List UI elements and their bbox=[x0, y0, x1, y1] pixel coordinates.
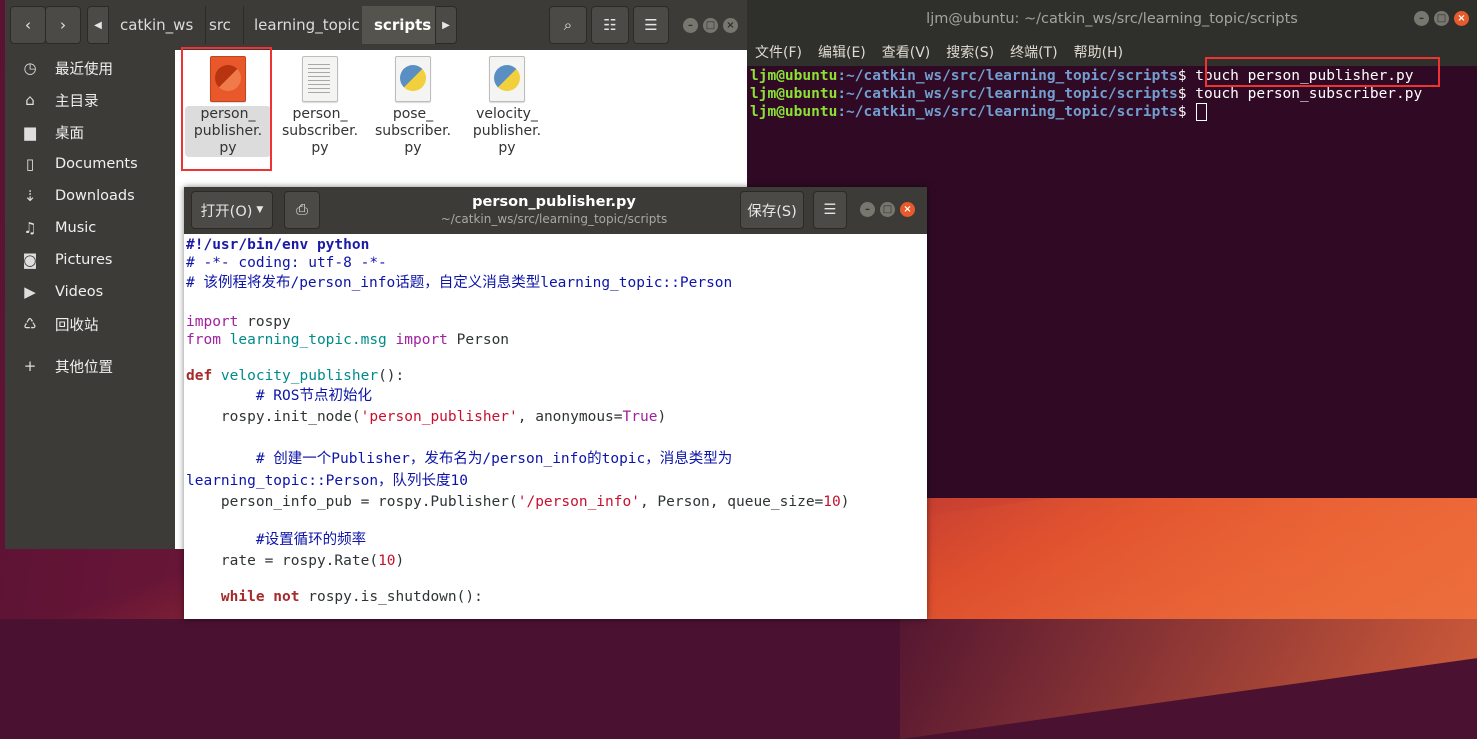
menu-edit[interactable]: 编辑(E) bbox=[818, 42, 866, 62]
terminal-line: ljm@ubuntu:~/catkin_ws/src/learning_topi… bbox=[750, 86, 1423, 102]
code-editor[interactable]: #!/usr/bin/env python # -*- coding: utf-… bbox=[184, 234, 927, 606]
file-name: velocity_ publisher. py bbox=[472, 106, 542, 156]
close-icon[interactable]: × bbox=[900, 202, 915, 217]
code-line: # 创建一个Publisher，发布名为/person_info的topic，消… bbox=[186, 451, 733, 467]
maximize-icon[interactable]: □ bbox=[1434, 11, 1449, 26]
code-line: # -*- coding: utf-8 -*- bbox=[186, 255, 387, 271]
highlight-box-file bbox=[181, 47, 272, 171]
python-file-icon bbox=[395, 56, 431, 102]
home-icon: ⌂ bbox=[25, 91, 35, 109]
back-button[interactable]: ‹ bbox=[10, 6, 46, 44]
plus-icon: + bbox=[23, 357, 37, 375]
chevron-left-icon: ‹ bbox=[25, 16, 31, 34]
new-document-icon: ⎙ bbox=[296, 202, 308, 218]
music-icon: ♫ bbox=[23, 219, 37, 237]
sidebar-item-desktop[interactable]: ▆ 桌面 bbox=[5, 116, 175, 148]
menu-file[interactable]: 文件(F) bbox=[755, 42, 802, 62]
code-line: #设置循环的频率 bbox=[186, 532, 367, 548]
terminal-titlebar[interactable]: ljm@ubuntu: ~/catkin_ws/src/learning_top… bbox=[747, 0, 1477, 38]
code-line: # 该例程将发布/person_info话题，自定义消息类型learning_t… bbox=[186, 275, 733, 291]
hamburger-icon: ☰ bbox=[644, 16, 658, 34]
path-scroll-left-button[interactable]: ◀ bbox=[87, 6, 109, 44]
view-toggle-button[interactable]: ☷ bbox=[591, 6, 629, 44]
clock-icon: ◷ bbox=[23, 59, 37, 77]
menu-view[interactable]: 查看(V) bbox=[882, 42, 931, 62]
close-icon[interactable]: × bbox=[723, 18, 738, 33]
highlight-box-command bbox=[1205, 57, 1440, 87]
sidebar-item-music[interactable]: ♫ Music bbox=[5, 212, 175, 244]
triangle-left-icon: ◀ bbox=[94, 19, 102, 31]
dropdown-arrow-icon: ▼ bbox=[256, 205, 264, 215]
document-path: ~/catkin_ws/src/learning_topic/scripts bbox=[440, 212, 668, 226]
code-line: learning_topic::Person，队列长度10 bbox=[186, 473, 469, 489]
triangle-right-icon: ▶ bbox=[442, 19, 450, 31]
minimize-icon[interactable]: – bbox=[860, 202, 875, 217]
breadcrumb-src[interactable]: src bbox=[197, 6, 244, 44]
code-line: rate = rospy.Rate(10) bbox=[186, 553, 405, 569]
sidebar-item-videos[interactable]: ▶ Videos bbox=[5, 276, 175, 308]
file-manager-headerbar[interactable]: ‹ › ◀ catkin_ws src learning_topic scrip… bbox=[5, 0, 747, 50]
download-icon: ⇣ bbox=[23, 187, 37, 205]
minimize-icon[interactable]: – bbox=[1414, 11, 1429, 26]
chevron-right-icon: › bbox=[60, 16, 66, 34]
sidebar-item-downloads[interactable]: ⇣ Downloads bbox=[5, 180, 175, 212]
text-editor-window[interactable]: 打开(O) ▼ ⎙ person_publisher.py ~/catkin_ws… bbox=[184, 187, 927, 619]
camera-icon: ◙ bbox=[22, 251, 38, 269]
file-name: pose_ subscriber. py bbox=[374, 106, 452, 156]
path-scroll-right-button[interactable]: ▶ bbox=[435, 6, 457, 44]
sidebar-item-documents[interactable]: ▯ Documents bbox=[5, 148, 175, 180]
search-icon: ⌕ bbox=[563, 16, 573, 34]
code-line: person_info_pub = rospy.Publisher('/pers… bbox=[186, 494, 850, 510]
document-icon: ▯ bbox=[25, 155, 35, 173]
code-line: # ROS节点初始化 bbox=[186, 388, 372, 404]
list-view-icon: ☷ bbox=[603, 16, 617, 34]
code-line: from learning_topic.msg import Person bbox=[186, 332, 510, 348]
search-button[interactable]: ⌕ bbox=[549, 6, 587, 44]
editor-title: person_publisher.py ~/catkin_ws/src/lear… bbox=[404, 194, 704, 226]
open-button[interactable]: 打开(O) ▼ bbox=[191, 191, 273, 229]
video-icon: ▶ bbox=[24, 283, 36, 301]
places-sidebar: ◷ 最近使用 ⌂ 主目录 ▆ 桌面 ▯ Documents ⇣ Downloads ♫ Mu… bbox=[5, 50, 175, 549]
save-button[interactable]: 保存(S) bbox=[740, 191, 804, 229]
editor-headerbar[interactable]: 打开(O) ▼ ⎙ person_publisher.py ~/catkin_ws… bbox=[184, 187, 927, 234]
maximize-icon[interactable]: □ bbox=[703, 18, 718, 33]
sidebar-item-other-locations[interactable]: + 其他位置 bbox=[5, 350, 175, 382]
terminal-cursor bbox=[1196, 103, 1208, 121]
file-item-pose-subscriber[interactable]: pose_ subscriber. py bbox=[370, 56, 456, 157]
sidebar-item-recent[interactable]: ◷ 最近使用 bbox=[5, 52, 175, 84]
file-name: person_ subscriber. py bbox=[281, 106, 359, 156]
code-line: while not rospy.is_shutdown(): bbox=[186, 589, 483, 605]
document-title: person_publisher.py bbox=[472, 194, 636, 210]
code-line: def velocity_publisher(): bbox=[186, 368, 405, 384]
menu-terminal[interactable]: 终端(T) bbox=[1010, 42, 1057, 62]
code-line: import rospy bbox=[186, 314, 291, 330]
menu-help[interactable]: 帮助(H) bbox=[1074, 42, 1123, 62]
folder-icon: ▆ bbox=[24, 123, 36, 141]
breadcrumb-catkin_ws[interactable]: catkin_ws bbox=[108, 6, 207, 44]
maximize-icon[interactable]: □ bbox=[880, 202, 895, 217]
menu-button[interactable]: ☰ bbox=[813, 191, 847, 229]
terminal-line: ljm@ubuntu:~/catkin_ws/src/learning_topi… bbox=[750, 103, 1477, 121]
terminal-title: ljm@ubuntu: ~/catkin_ws/src/learning_top… bbox=[926, 11, 1298, 27]
forward-button[interactable]: › bbox=[45, 6, 81, 44]
sidebar-item-home[interactable]: ⌂ 主目录 bbox=[5, 84, 175, 116]
file-item-person-subscriber[interactable]: person_ subscriber. py bbox=[277, 56, 363, 157]
code-line: rospy.init_node('person_publisher', anon… bbox=[186, 409, 667, 425]
sidebar-item-trash[interactable]: ♺ 回收站 bbox=[5, 308, 175, 340]
menu-search[interactable]: 搜索(S) bbox=[946, 42, 994, 62]
menu-button[interactable]: ☰ bbox=[633, 6, 669, 44]
breadcrumb-scripts[interactable]: scripts bbox=[362, 6, 445, 44]
hamburger-icon: ☰ bbox=[823, 202, 837, 218]
text-file-icon bbox=[302, 56, 338, 102]
sidebar-item-pictures[interactable]: ◙ Pictures bbox=[5, 244, 175, 276]
breadcrumb-learning_topic[interactable]: learning_topic bbox=[242, 6, 373, 44]
code-line: #!/usr/bin/env python bbox=[186, 237, 370, 253]
trash-icon: ♺ bbox=[23, 315, 37, 333]
file-item-velocity-publisher[interactable]: velocity_ publisher. py bbox=[464, 56, 550, 157]
new-tab-button[interactable]: ⎙ bbox=[284, 191, 320, 229]
minimize-icon[interactable]: – bbox=[683, 18, 698, 33]
python-file-icon bbox=[489, 56, 525, 102]
close-icon[interactable]: × bbox=[1454, 11, 1469, 26]
